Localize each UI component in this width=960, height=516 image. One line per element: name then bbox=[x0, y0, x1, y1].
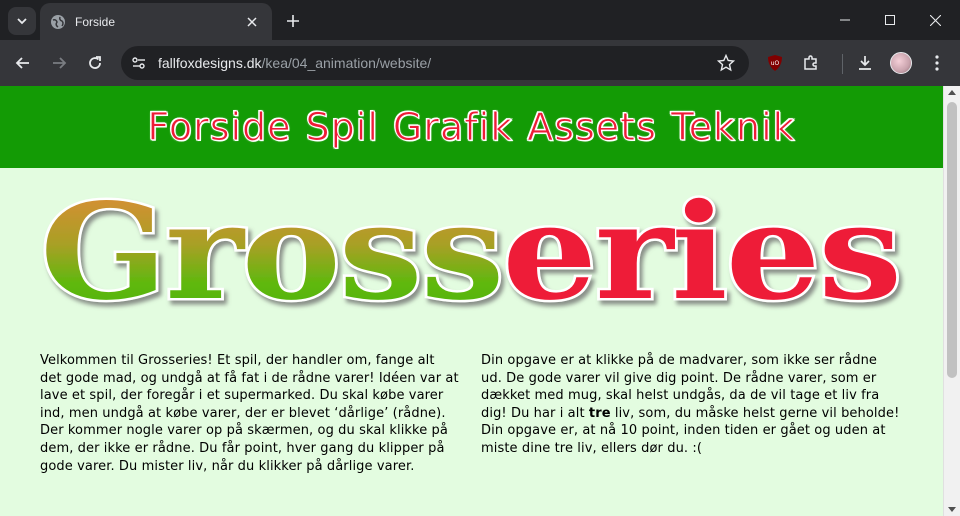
intro-paragraph: Velkommen til Grosseries! Et spil, der h… bbox=[40, 353, 459, 474]
instructions-bold: tre bbox=[588, 405, 611, 421]
instructions-paragraph: Din opgave er at klikke på de madvarer, … bbox=[481, 352, 901, 458]
url-path: /kea/04_animation/website/ bbox=[261, 55, 432, 71]
back-button[interactable] bbox=[9, 49, 37, 77]
minimize-icon bbox=[839, 19, 850, 21]
nav-link-spil[interactable]: Spil bbox=[305, 105, 379, 150]
menu-button[interactable] bbox=[923, 49, 951, 77]
url-host: fallfoxdesigns.dk bbox=[158, 55, 262, 71]
ublock-extension-button[interactable]: uO bbox=[761, 49, 789, 77]
bookmark-star-icon[interactable] bbox=[717, 54, 735, 72]
nav-link-assets[interactable]: Assets bbox=[527, 105, 657, 150]
reload-icon bbox=[89, 56, 101, 69]
page-viewport: Forside Spil Grafik Assets Teknik Gross e… bbox=[0, 86, 943, 516]
close-window-button[interactable] bbox=[913, 0, 958, 40]
scroll-down-arrow-icon[interactable] bbox=[948, 507, 956, 512]
maximize-button[interactable] bbox=[867, 0, 912, 40]
scrollbar-thumb[interactable] bbox=[947, 102, 957, 378]
downloads-button[interactable] bbox=[851, 49, 879, 77]
nav-link-grafik[interactable]: Grafik bbox=[392, 105, 513, 150]
tab-strip: Forside bbox=[0, 0, 960, 40]
tab-search-button[interactable] bbox=[8, 7, 36, 35]
extensions-button[interactable] bbox=[797, 49, 825, 77]
page-scrollbar[interactable] bbox=[943, 86, 960, 516]
grosseries-logo: Gross eries bbox=[40, 178, 905, 328]
maximize-icon bbox=[884, 15, 895, 25]
plus-icon bbox=[287, 15, 299, 27]
download-icon bbox=[859, 56, 871, 70]
profile-avatar[interactable] bbox=[890, 52, 912, 74]
forward-button[interactable] bbox=[45, 49, 73, 77]
chevron-down-icon bbox=[17, 18, 27, 25]
logo-part-gross: Gross bbox=[40, 178, 502, 328]
globe-icon bbox=[50, 14, 66, 30]
tab-title: Forside bbox=[75, 14, 116, 29]
new-tab-button[interactable] bbox=[280, 8, 306, 34]
close-icon bbox=[930, 14, 941, 26]
reload-button[interactable] bbox=[81, 49, 109, 77]
svg-text:uO: uO bbox=[771, 60, 780, 67]
nav-link-teknik[interactable]: Teknik bbox=[670, 105, 796, 150]
toolbar-divider bbox=[842, 54, 843, 74]
close-tab-icon[interactable] bbox=[242, 12, 262, 32]
url-text: fallfoxdesigns.dk/kea/04_animation/websi… bbox=[158, 55, 431, 71]
arrow-left-icon bbox=[15, 57, 29, 69]
svg-text:Grosseries: Gross eries bbox=[40, 178, 900, 328]
browser-toolbar: fallfoxdesigns.dk/kea/04_animation/websi… bbox=[0, 40, 960, 86]
address-bar[interactable]: fallfoxdesigns.dk/kea/04_animation/websi… bbox=[121, 46, 749, 80]
ublock-shield-icon: uO bbox=[768, 55, 782, 71]
tab-forside[interactable]: Forside bbox=[40, 3, 272, 40]
main-nav: Forside Spil Grafik Assets Teknik bbox=[0, 86, 943, 168]
minimize-button[interactable] bbox=[822, 0, 867, 40]
kebab-menu-icon bbox=[935, 55, 939, 71]
scroll-up-arrow-icon[interactable] bbox=[948, 90, 956, 95]
arrow-right-icon bbox=[53, 57, 67, 69]
site-info-icon[interactable] bbox=[127, 51, 151, 75]
puzzle-icon bbox=[804, 55, 817, 70]
logo-part-eries: eries bbox=[502, 178, 900, 328]
nav-link-forside[interactable]: Forside bbox=[147, 105, 291, 150]
